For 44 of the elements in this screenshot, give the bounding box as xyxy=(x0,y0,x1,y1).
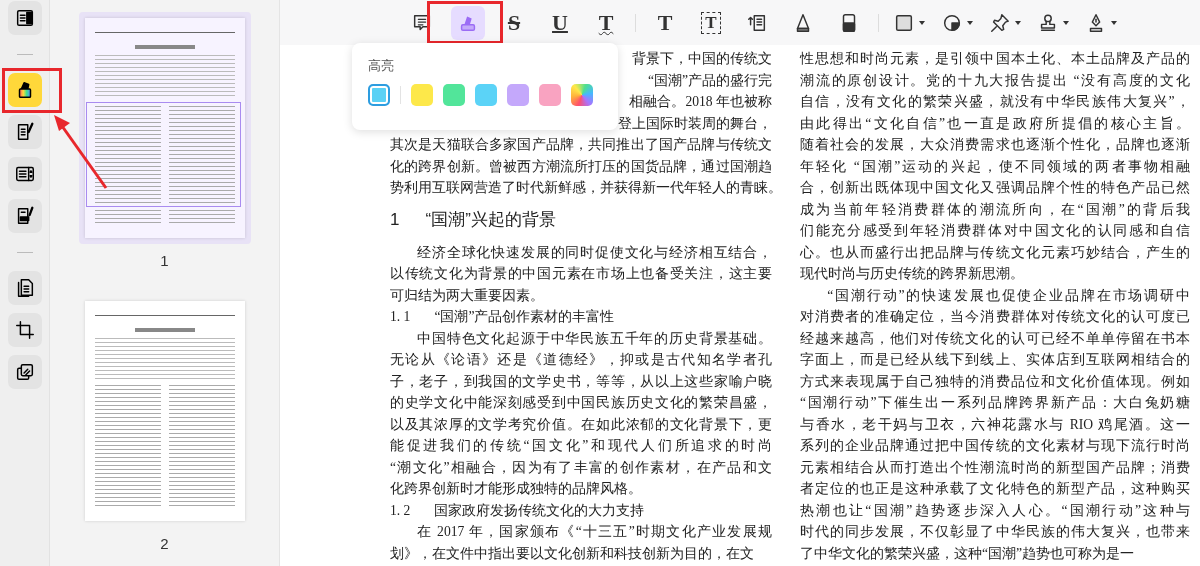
section-number: 1. 2 xyxy=(390,501,411,520)
section-heading: “国潮”产品创作素材的丰富性 xyxy=(434,308,615,326)
current-color-swatch[interactable] xyxy=(368,84,390,106)
popup-title: 高亮 xyxy=(368,57,395,75)
color-swatch[interactable] xyxy=(443,84,465,106)
color-swatch[interactable] xyxy=(507,84,529,106)
sidebar-tool-button[interactable] xyxy=(7,199,42,233)
sidebar-tool-button[interactable] xyxy=(7,115,42,149)
text-line: 背景下，中国的传统文 xyxy=(632,50,772,68)
sidebar-tool-button[interactable] xyxy=(7,157,42,191)
paragraph: 中国特色文化起源于中华民族五千年的历史背景基础。 无论从《论语》还是《道德经》，抑或是古代知名学者孔 子，老子，到我国的文学史书，等等，从以上这些家喻户晓 的史学文化中能深刻感受到中国民族历史文化的繁荣昌盛， 以及其浓厚的文学考究价值。在如此浓郁的文化背景下，更 能促进我们的传统“国文化”和现代人们所追求的时尚 “潮文化”相融合，因为有了丰富的创作素材，在产品和文 化跨界创新时才能形成独特的品牌风格。 xyxy=(390,329,772,498)
text-line: “国潮”产品的盛行完 xyxy=(647,71,772,90)
page-number: 1 xyxy=(160,252,169,269)
toolbar-button[interactable]: T xyxy=(694,5,728,40)
text-line: 登上国际时装周的舞台， xyxy=(618,114,772,133)
text-line: 相融合。2018 年也被称 xyxy=(629,93,772,111)
paragraph: 其次是天猫联合多家国产品牌，共同推出了国产品牌与传统文 化的跨界创新。曾被西方潮流所打压的国货品牌，通过国潮趋 势利用互联网营造了时代新鲜感，并获得新一代年轻人的青睐。 xyxy=(390,136,772,197)
paragraph: “国潮行动”的快速发展也促使企业品牌在市场调研中 对消费者的准确定位，当今消费群体对传统文化的认可度已 经越来越高，他们对传统文化的认可已经不单单停留在书本 字面上，而是已经从线下到线上、实体店到互联网相结合的 方式来表现属于自己独特的消费品位和文化价值体现。例如 “国潮行动”下催生出一系列品牌跨界新产品：大白兔奶糖 与香水，老干妈与卫衣，六神花露水与 RIO 鸡尾酒。这一 系列的企业品牌通过把中国传统的文化素材与现下流行时尚 元素相结合从而打造出个性潮流时尚的新型国产品牌；消费 者定位的也正是这种承载了文化特色的新型产品，这种购买 热潮也让“国潮”趋势逐步深入人心。“国潮行动”这种与 时代的同步发展，不仅彰显了中华民族的伟大复兴，也带来 了中华文化的繁荣兴盛，这种“国潮”趋势也可称为是一 xyxy=(800,286,1190,563)
page-number: 2 xyxy=(160,535,169,552)
annotation-frame xyxy=(1,68,62,113)
paragraph: 在 2017 年，国家颁布《“十三五”时期文化产业发展规 划》，在文件中指出要以文化创新和科技创新为目的，在文 xyxy=(390,523,772,563)
crop-icon xyxy=(13,319,36,341)
color-swatch[interactable] xyxy=(539,84,561,106)
sidebar-tool-button[interactable] xyxy=(7,355,42,389)
sidebar-tool-button[interactable] xyxy=(7,313,42,347)
sidebar-tool-button[interactable] xyxy=(7,271,42,305)
title-bar-drawing xyxy=(134,45,195,49)
custom-color-swatch[interactable] xyxy=(571,84,593,106)
section-heading: 国家政府发扬传统文化的大力支持 xyxy=(434,501,645,520)
toolbar-button[interactable]: T xyxy=(648,5,682,40)
sidebar-tool-button[interactable] xyxy=(7,73,42,107)
pin-icon xyxy=(989,11,1011,34)
section-heading: “国潮”兴起的背景 xyxy=(425,208,556,231)
paragraph: 性思想和时尚元素，是引领中国本土化、本土品牌及产品的 潮流的原创设计。党的十九大报告提出 “没有高度的文化 自信，没有文化的繁荣兴盛，就没有中华民族伟大复兴”， 由此得出“文化自信”也一直是政府所提倡的核心主旨。 随着社会的发展，大众消费需求也逐渐个性化，品牌也逐渐 年轻化 “国潮”运动的兴起，使不同领域的两者事物相融 合，创新出既体现中国文化又强调品牌个性的特色产品已然 成为当前年轻消费群体的潮流所向，在“国潮”的背后我 们能充分感受到年轻消费群体对中国文化的认同感和自信 心。也从而盛行出把品牌与传统文化元素巧妙结合，产生的 现代时尚与历史传统的跨界新思潮。 xyxy=(800,50,1190,283)
sidebar-tool-button[interactable] xyxy=(7,1,42,35)
paragraph: 经济全球化快速发展的同时促使文化与经济相互结合， 以传统文化为背景的中国元素在市场上也备受关注，这主要 可归结为两大重要因素。 xyxy=(390,243,772,305)
section-number: 1 xyxy=(390,208,400,231)
color-swatch[interactable] xyxy=(475,84,497,106)
toolbar-button[interactable]: T xyxy=(589,5,623,40)
toolbar-button[interactable]: S xyxy=(497,5,531,40)
color-swatch[interactable] xyxy=(411,84,433,106)
toolbar-button[interactable]: U xyxy=(543,5,577,40)
section-number: 1. 1 xyxy=(390,308,411,326)
title-bar-drawing xyxy=(134,328,195,332)
